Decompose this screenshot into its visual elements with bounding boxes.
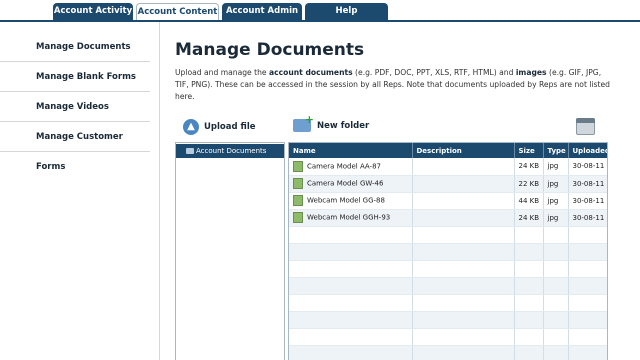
- cell-type: jpg: [543, 209, 569, 227]
- col-header-name[interactable]: Name: [289, 143, 413, 158]
- table-header-row: Name Description Size Type Uploaded: [289, 143, 607, 158]
- cell-name: Camera Model AA-87: [289, 158, 413, 176]
- cell-type: jpg: [543, 175, 569, 193]
- empty-row: [289, 260, 607, 278]
- empty-row: [289, 345, 607, 360]
- sidebar-item-manage-videos[interactable]: Manage Videos: [0, 92, 150, 122]
- cell-uploaded: 30-08-11: [568, 175, 607, 193]
- cell-name: Webcam Model GGH-93: [289, 209, 413, 227]
- empty-row: [289, 328, 607, 346]
- cell-uploaded: 30-08-11: [568, 209, 607, 227]
- cell-size: 44 KB: [514, 192, 544, 210]
- table-row[interactable]: Camera Model AA-87 24 KB jpg 30-08-11: [289, 158, 607, 176]
- tree-item-account-documents[interactable]: Account Documents: [176, 144, 284, 158]
- sidebar: Manage Documents Manage Blank Forms Mana…: [0, 22, 160, 360]
- col-header-uploaded[interactable]: Uploaded: [568, 143, 607, 158]
- tab-account-content[interactable]: Account Content: [136, 3, 219, 21]
- file-table: Name Description Size Type Uploaded Came…: [288, 142, 608, 360]
- folder-tree: Account Documents: [175, 142, 285, 360]
- upload-arrow-icon: ▲: [183, 119, 199, 135]
- cell-description: [412, 175, 515, 193]
- sidebar-item-manage-blank-forms[interactable]: Manage Blank Forms: [0, 62, 150, 92]
- upload-file-button[interactable]: ▲ Upload file: [183, 119, 256, 135]
- file-name: Webcam Model GG-88: [307, 196, 385, 205]
- image-file-icon: [293, 178, 303, 189]
- desc-bold-images: images: [515, 68, 547, 77]
- cell-description: [412, 158, 515, 176]
- table-row[interactable]: Webcam Model GGH-93 24 KB jpg 30-08-11: [289, 209, 607, 227]
- tab-account-activity[interactable]: Account Activity: [53, 3, 133, 21]
- folder-icon: [186, 148, 194, 154]
- empty-row: [289, 294, 607, 312]
- new-folder-label: New folder: [317, 120, 370, 131]
- cell-size: 24 KB: [514, 209, 544, 227]
- cell-uploaded: 30-08-11: [568, 192, 607, 210]
- col-header-size[interactable]: Size: [514, 143, 544, 158]
- image-file-icon: [293, 160, 303, 172]
- empty-row: [289, 311, 607, 329]
- delete-icon[interactable]: [576, 118, 595, 135]
- empty-row: [289, 277, 607, 295]
- file-name: Camera Model GW-46: [307, 179, 384, 188]
- tab-account-admin[interactable]: Account Admin: [222, 3, 302, 21]
- desc-text-2: (e.g. PDF, DOC, PPT, XLS, RTF, HTML) and: [352, 68, 516, 77]
- file-name: Webcam Model GGH-93: [307, 213, 391, 222]
- new-folder-button[interactable]: + New folder: [293, 113, 370, 132]
- cell-description: [412, 209, 515, 227]
- cell-size: 24 KB: [514, 158, 544, 176]
- cell-name: Webcam Model GG-88: [289, 192, 413, 210]
- cell-type: jpg: [543, 192, 569, 210]
- sidebar-item-manage-documents[interactable]: Manage Documents: [0, 32, 150, 62]
- desc-text-1: Upload and manage the: [175, 68, 270, 77]
- cell-type: jpg: [543, 158, 569, 176]
- empty-row: [289, 226, 607, 244]
- table-row[interactable]: Camera Model GW-46 22 KB jpg 30-08-11: [289, 175, 607, 193]
- empty-row: [289, 243, 607, 261]
- image-file-icon: [293, 212, 303, 223]
- desc-bold-account-documents: account documents: [269, 68, 353, 77]
- tree-item-label: Account Documents: [196, 147, 267, 155]
- upload-file-label: Upload file: [204, 122, 256, 132]
- cell-name: Camera Model GW-46: [289, 175, 413, 193]
- table-row[interactable]: Webcam Model GG-88 44 KB jpg 30-08-11: [289, 192, 607, 210]
- cell-size: 22 KB: [514, 175, 544, 193]
- sidebar-item-manage-customer-forms[interactable]: Manage Customer Forms: [0, 122, 150, 172]
- col-header-type[interactable]: Type: [543, 143, 569, 158]
- top-tab-bar: Account Activity Account Content Account…: [0, 0, 640, 21]
- main-tabs: Account Activity Account Content Account…: [53, 3, 388, 21]
- cell-uploaded: 30-08-11: [568, 158, 607, 176]
- page-description: Upload and manage the account documents …: [175, 67, 615, 103]
- col-header-description[interactable]: Description: [412, 143, 515, 158]
- cell-description: [412, 192, 515, 210]
- page-title: Manage Documents: [175, 40, 365, 60]
- file-name: Camera Model AA-87: [307, 162, 381, 171]
- image-file-icon: [293, 195, 303, 206]
- tab-help[interactable]: Help: [305, 3, 388, 21]
- new-folder-icon: +: [293, 113, 314, 132]
